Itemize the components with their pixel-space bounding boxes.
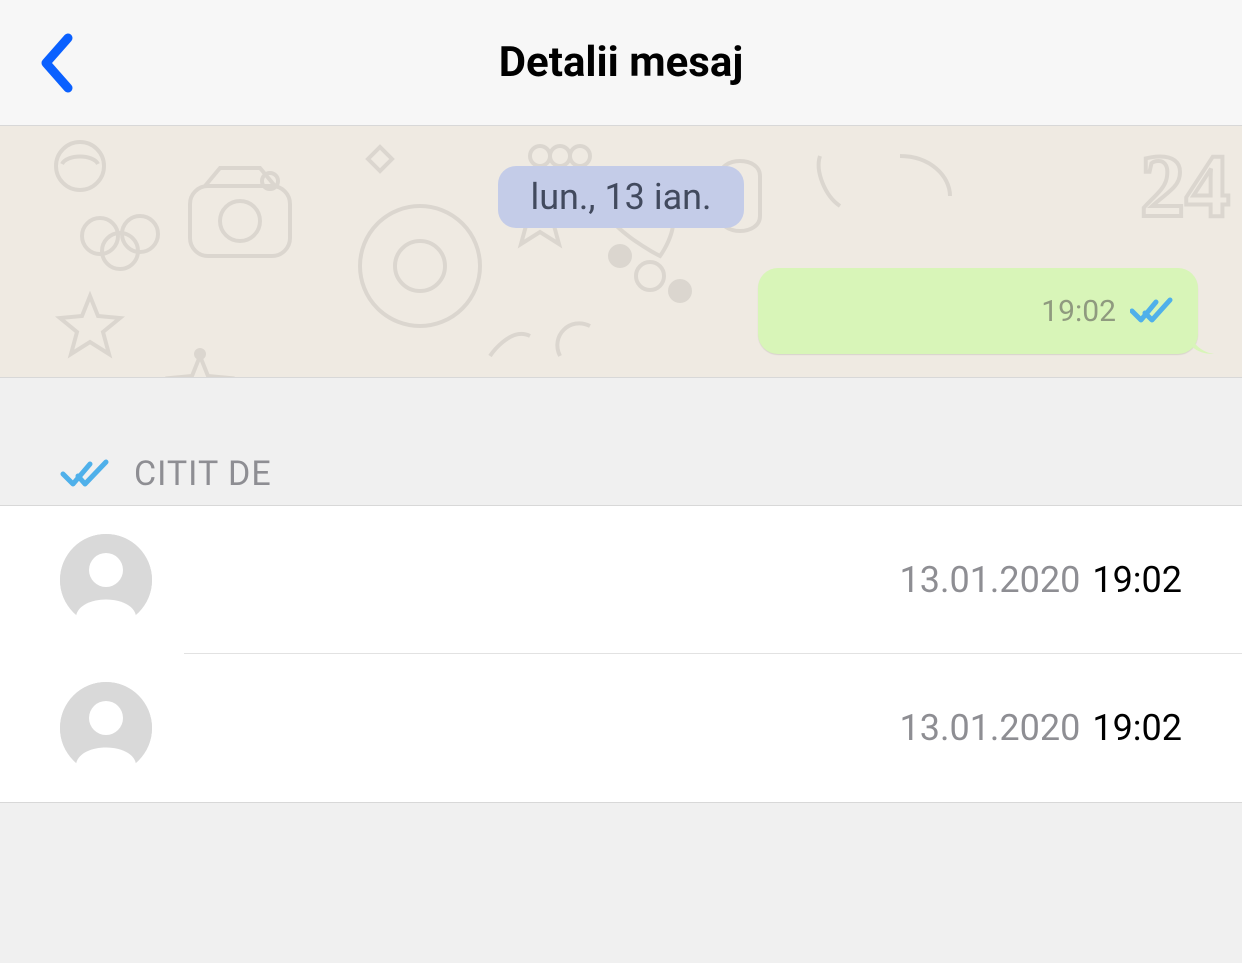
message-time: 19:02 — [1041, 294, 1116, 329]
avatar — [60, 534, 152, 626]
read-date: 13.01.2020 — [900, 707, 1081, 749]
read-time: 19:02 — [1092, 707, 1182, 749]
read-date: 13.01.2020 — [900, 559, 1081, 601]
read-by-label: CITIT DE — [134, 454, 272, 494]
read-meta: 13.01.2020 19:02 — [900, 559, 1183, 601]
header: Detalii mesaj — [0, 0, 1242, 126]
double-check-read-icon — [1130, 296, 1174, 326]
chevron-left-icon — [36, 32, 74, 94]
double-check-read-icon — [60, 457, 110, 491]
read-by-header: CITIT DE — [0, 442, 1242, 506]
read-by-item[interactable]: 13.01.2020 19:02 — [0, 654, 1242, 802]
back-button[interactable] — [36, 32, 74, 94]
person-icon — [60, 682, 152, 774]
bubble-row: 19:02 — [0, 228, 1242, 354]
avatar — [60, 682, 152, 774]
read-time: 19:02 — [1092, 559, 1182, 601]
date-pill: lun., 13 ian. — [498, 166, 743, 228]
message-bubble[interactable]: 19:02 — [758, 268, 1198, 354]
page-title: Detalii mesaj — [36, 38, 1206, 87]
spacer — [0, 378, 1242, 442]
person-icon — [60, 534, 152, 626]
message-area: lun., 13 ian. 19:02 — [0, 126, 1242, 378]
bubble-tail — [1188, 326, 1214, 354]
read-by-list: 13.01.2020 19:02 13.01.2020 19:02 — [0, 506, 1242, 803]
read-meta: 13.01.2020 19:02 — [900, 707, 1183, 749]
read-by-item[interactable]: 13.01.2020 19:02 — [0, 506, 1242, 654]
